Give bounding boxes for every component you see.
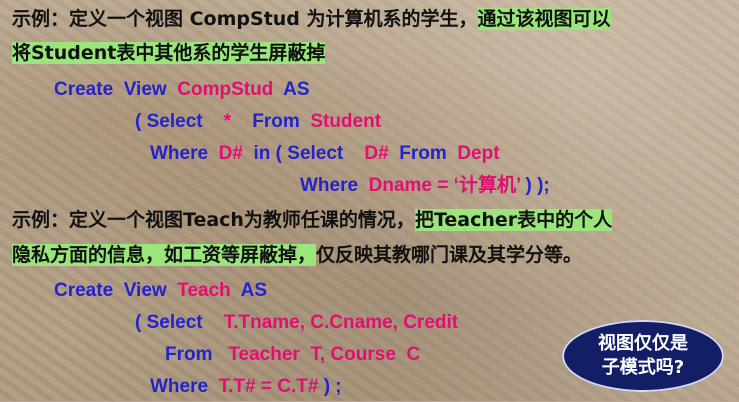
code2-paren-open: ( bbox=[135, 312, 142, 333]
code1-table-name: Student bbox=[310, 111, 382, 132]
code1-line1: Create View CompStud AS bbox=[54, 75, 310, 105]
example2-line1-text: 示例：定义一个视图Teach为教师任课的情况， bbox=[12, 209, 415, 231]
code2-condition: T.T# = C.T# bbox=[218, 376, 319, 397]
code1-where-keyword: Where bbox=[150, 143, 209, 164]
example2-line2-text: 仅反映其教哪门课及其学分等。 bbox=[316, 244, 583, 266]
code2-columns: T.Tname, C.Cname, Credit bbox=[223, 312, 459, 333]
code1-sub-where-keyword: Where bbox=[300, 175, 359, 196]
code1-line2: ( Select * From Student bbox=[135, 107, 381, 137]
code1-sub-table: Dept bbox=[457, 143, 500, 164]
example2-line2-highlight: 隐私方面的信息，如工资等屏蔽掉， bbox=[12, 244, 317, 266]
code2-view-keyword: View bbox=[123, 280, 167, 301]
code2-line3: From Teacher T, Course C bbox=[165, 340, 420, 370]
code2-from-keyword: From bbox=[165, 344, 213, 365]
example1-line1: 示例：定义一个视图 CompStud 为计算机系的学生，通过该视图可以 bbox=[12, 4, 611, 34]
code1-sub-cond-eq: = bbox=[437, 175, 449, 196]
question-badge: 视图仅仅是 子模式吗? bbox=[562, 320, 724, 392]
code1-sub-select-keyword: Select bbox=[287, 143, 344, 164]
code2-line1: Create View Teach AS bbox=[54, 276, 267, 306]
example1-line2-highlight: 将Student表中其他系的学生屏蔽掉 bbox=[12, 42, 326, 64]
question-badge-line2: 子模式吗? bbox=[601, 357, 685, 378]
code1-sub-cond-name: Dname bbox=[368, 175, 432, 196]
example2-line2: 隐私方面的信息，如工资等屏蔽掉，仅反映其教哪门课及其学分等。 bbox=[12, 240, 582, 270]
example2-line1-highlight: 把Teacher表中的个人 bbox=[414, 209, 613, 231]
code1-as-keyword: AS bbox=[283, 79, 310, 100]
code2-view-name: Teach bbox=[177, 280, 231, 301]
question-badge-text: 视图仅仅是 子模式吗? bbox=[598, 332, 688, 380]
code1-line4: Where Dname = ‘计算机’ ) ); bbox=[300, 171, 550, 201]
code2-create-keyword: Create bbox=[54, 280, 114, 301]
code1-sub-from-keyword: From bbox=[399, 143, 447, 164]
code1-from-keyword: From bbox=[252, 111, 300, 132]
code1-sub-column: D# bbox=[364, 143, 389, 164]
code2-close: ) ; bbox=[323, 376, 342, 397]
code1-line3: Where D# in ( Select D# From Dept bbox=[150, 139, 500, 169]
code1-create-keyword: Create bbox=[54, 79, 114, 100]
example2-line1: 示例：定义一个视图Teach为教师任课的情况，把Teacher表中的个人 bbox=[12, 205, 613, 235]
code1-in-keyword: in bbox=[253, 143, 271, 164]
code1-close: ) ); bbox=[525, 175, 550, 196]
code1-view-name: CompStud bbox=[177, 79, 274, 100]
code1-paren-open: ( bbox=[135, 111, 142, 132]
code1-subquery-paren: ( bbox=[275, 143, 282, 164]
code2-tables: Teacher T, Course C bbox=[228, 344, 421, 365]
code2-line2: ( Select T.Tname, C.Cname, Credit bbox=[135, 308, 458, 338]
code2-select-keyword: Select bbox=[146, 312, 203, 333]
code1-view-keyword: View bbox=[123, 79, 167, 100]
example1-line2: 将Student表中其他系的学生屏蔽掉 bbox=[12, 38, 326, 68]
example1-line1-text: 示例：定义一个视图 CompStud 为计算机系的学生， bbox=[12, 8, 478, 30]
code2-line4: Where T.T# = C.T# ) ; bbox=[150, 372, 342, 402]
code1-star: * bbox=[223, 111, 232, 132]
code1-sub-cond-value: ‘计算机’ bbox=[453, 175, 521, 196]
question-badge-line1: 视图仅仅是 bbox=[598, 333, 688, 354]
code1-column: D# bbox=[218, 143, 243, 164]
code1-select-keyword: Select bbox=[146, 111, 203, 132]
example1-line1-highlight: 通过该视图可以 bbox=[477, 8, 611, 30]
code2-where-keyword: Where bbox=[150, 376, 209, 397]
code2-as-keyword: AS bbox=[240, 280, 268, 301]
